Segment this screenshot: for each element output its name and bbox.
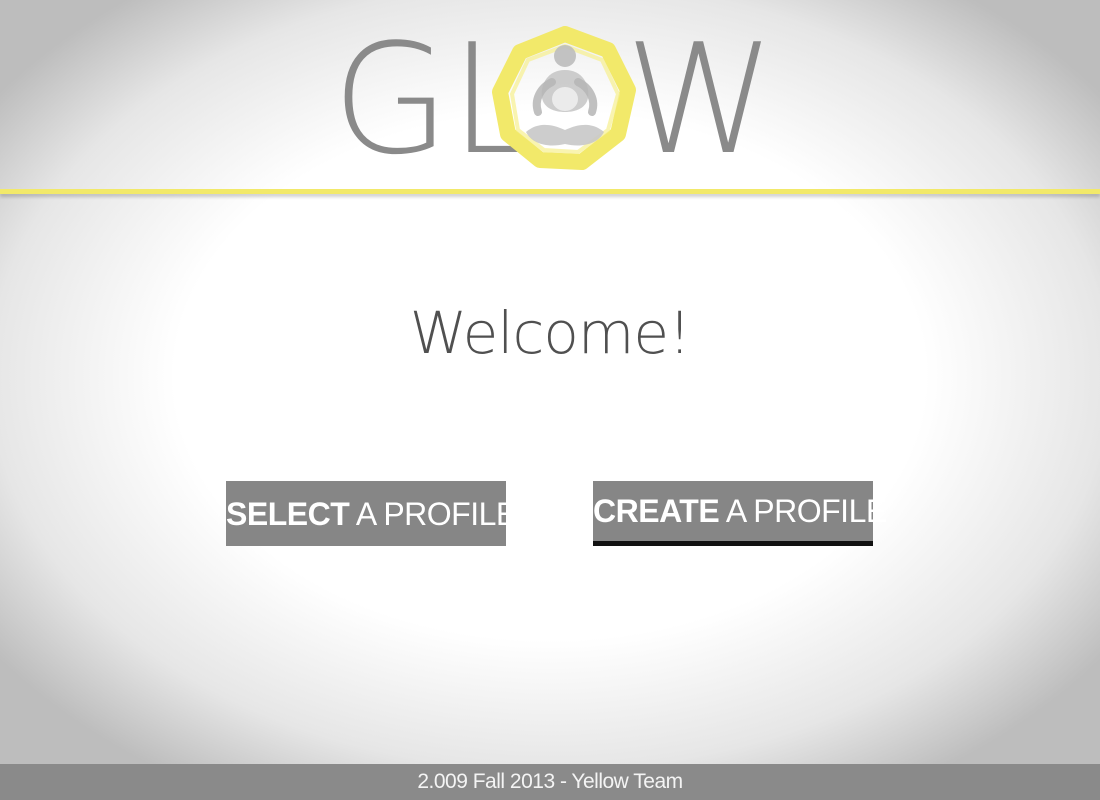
logo-text-right: W [625, 11, 776, 188]
glow-logo: GL W [330, 20, 775, 180]
welcome-heading: Welcome! [409, 299, 692, 367]
select-button-label-rest: A PROFILE [349, 495, 517, 532]
header: GL W [0, 0, 1100, 190]
create-button-label-strong: CREATE [593, 493, 720, 529]
select-profile-button[interactable]: SELECT A PROFILE [226, 481, 517, 546]
select-button-label-strong: SELECT [226, 495, 350, 532]
header-divider [0, 189, 1100, 194]
create-button-label-rest: A PROFILE [719, 493, 887, 529]
create-profile-button[interactable]: CREATE A PROFILE [593, 481, 887, 546]
hexagon-meditation-icon [492, 26, 636, 170]
footer-text: 2.009 Fall 2013 - Yellow Team [417, 770, 683, 793]
footer-bar: 2.009 Fall 2013 - Yellow Team [0, 764, 1100, 800]
